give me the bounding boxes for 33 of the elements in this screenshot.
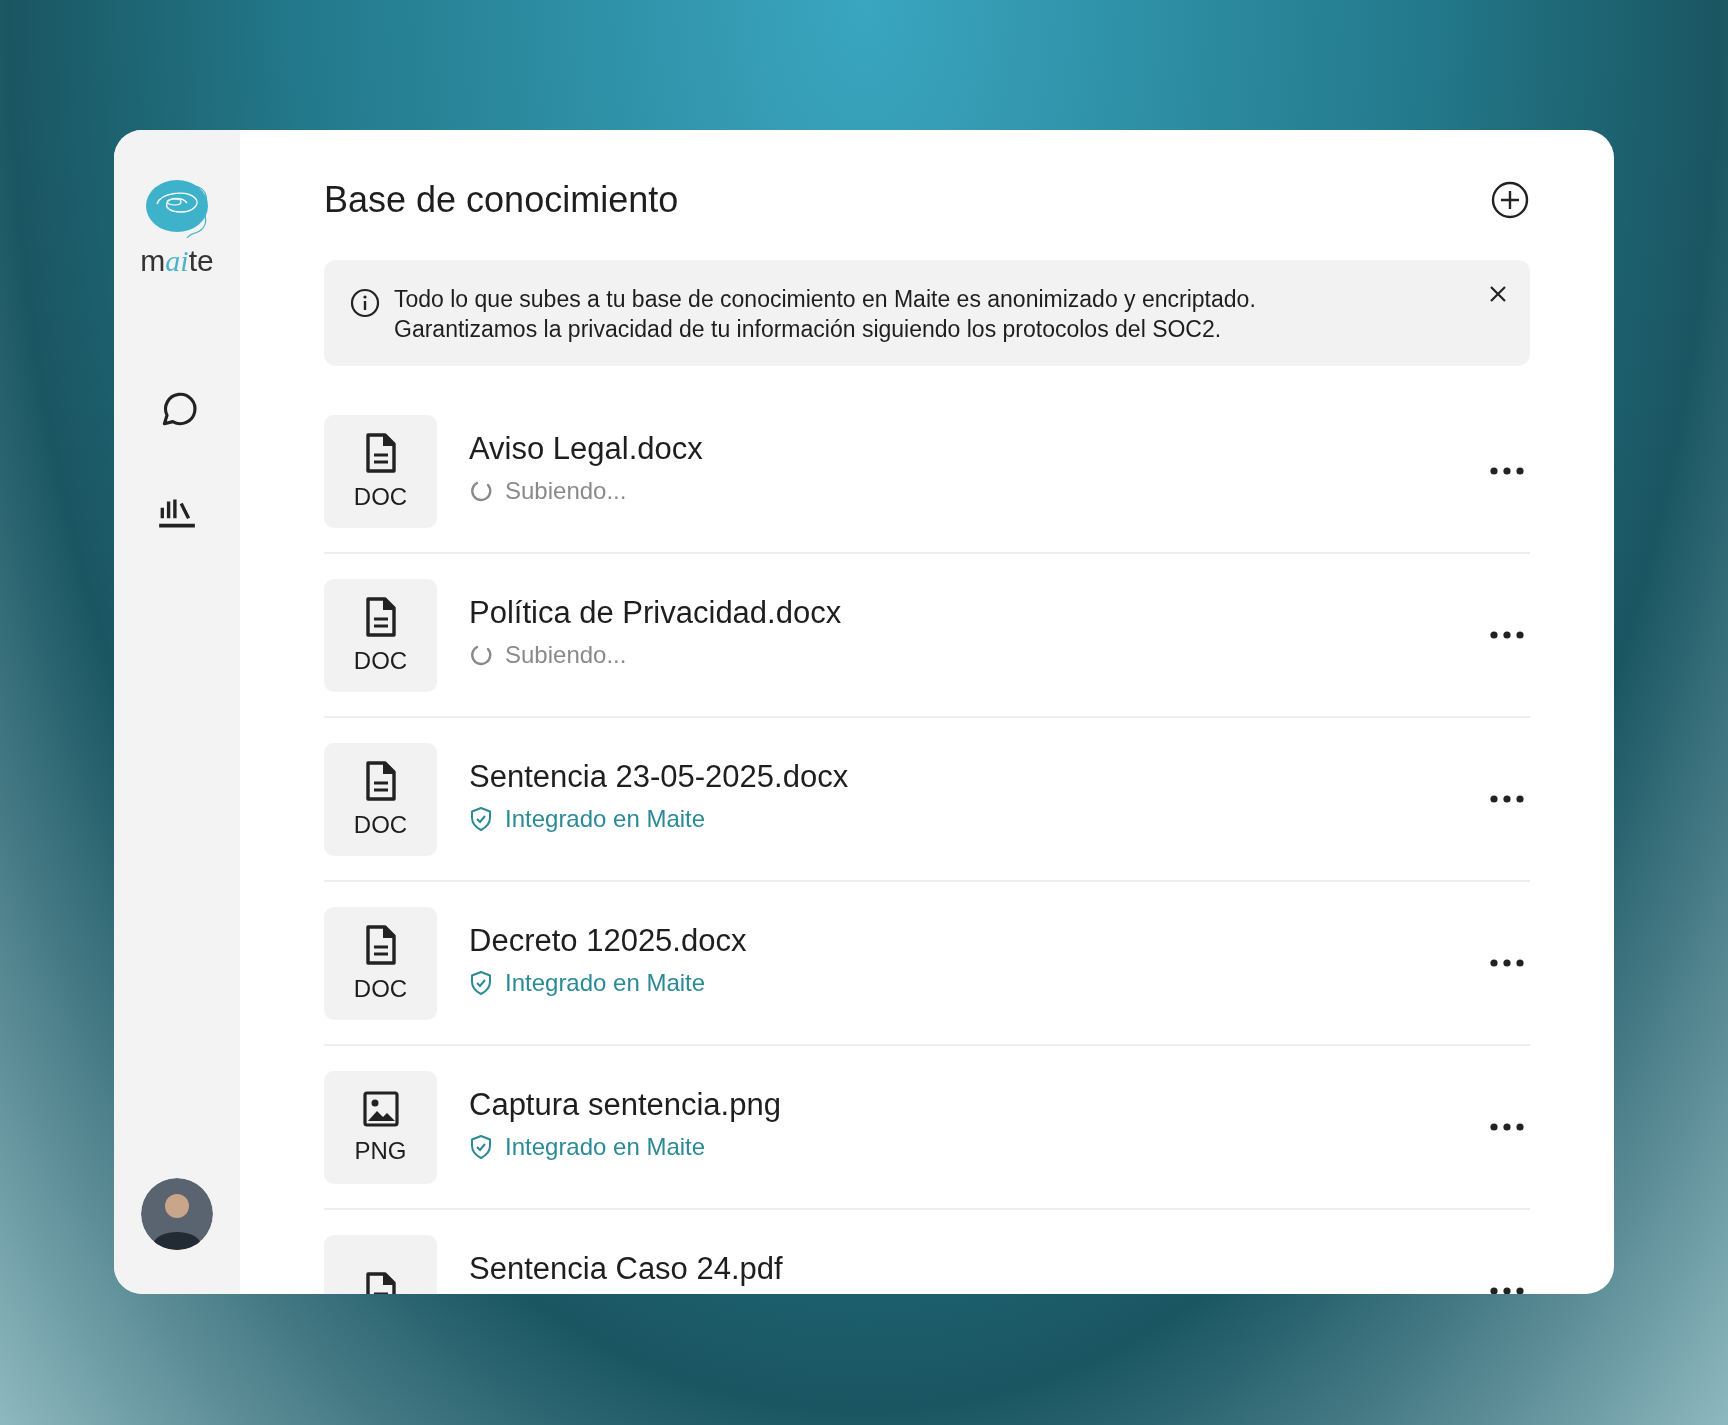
page-title: Base de conocimiento [324,179,679,221]
document-icon [364,432,397,473]
shield-check-icon [469,806,493,832]
file-type-label: DOC [353,810,408,839]
file-status: Subiendo... [505,477,627,505]
file-status: Integrado en Maite [505,969,706,997]
file-type-label: DOC [353,974,408,1003]
image-icon [362,1090,399,1127]
document-icon [364,596,397,637]
notice-text: Todo lo que subes a tu base de conocimiento en Maite es anonimizado y encriptado. Garantizamos la privacidad de tu información siguiendo los protocolos del SOC2. [394,285,1257,344]
document-icon [364,924,397,965]
add-icon[interactable] [1490,180,1530,220]
file-status: Integrado en Maite [505,1133,706,1161]
file-status: Subiendo... [505,641,627,669]
document-icon [364,760,397,801]
file-name: Aviso Legal.docx [469,431,704,467]
file-name: Captura sentencia.png [469,1087,782,1123]
spinner-icon [469,479,493,503]
spinner-icon [469,643,493,667]
file-name: Sentencia Caso 24.pdf [469,1251,784,1287]
file-name: Decreto 12025.docx [469,923,748,959]
close-icon[interactable] [1488,284,1508,304]
user-avatar[interactable] [141,1178,213,1250]
info-icon [350,288,380,318]
logo-wordmark: maite [140,244,214,278]
file-name: Sentencia 23-05-2025.docx [469,759,850,795]
file-name: Política de Privacidad.docx [469,595,843,631]
file-type-label: DOC [353,646,408,675]
file-type-label: DOC [353,482,408,511]
file-status: Integrado en Maite [505,805,706,833]
shield-check-icon [469,1134,493,1160]
shield-check-icon [469,970,493,996]
file-type-label: PNG [354,1136,407,1165]
